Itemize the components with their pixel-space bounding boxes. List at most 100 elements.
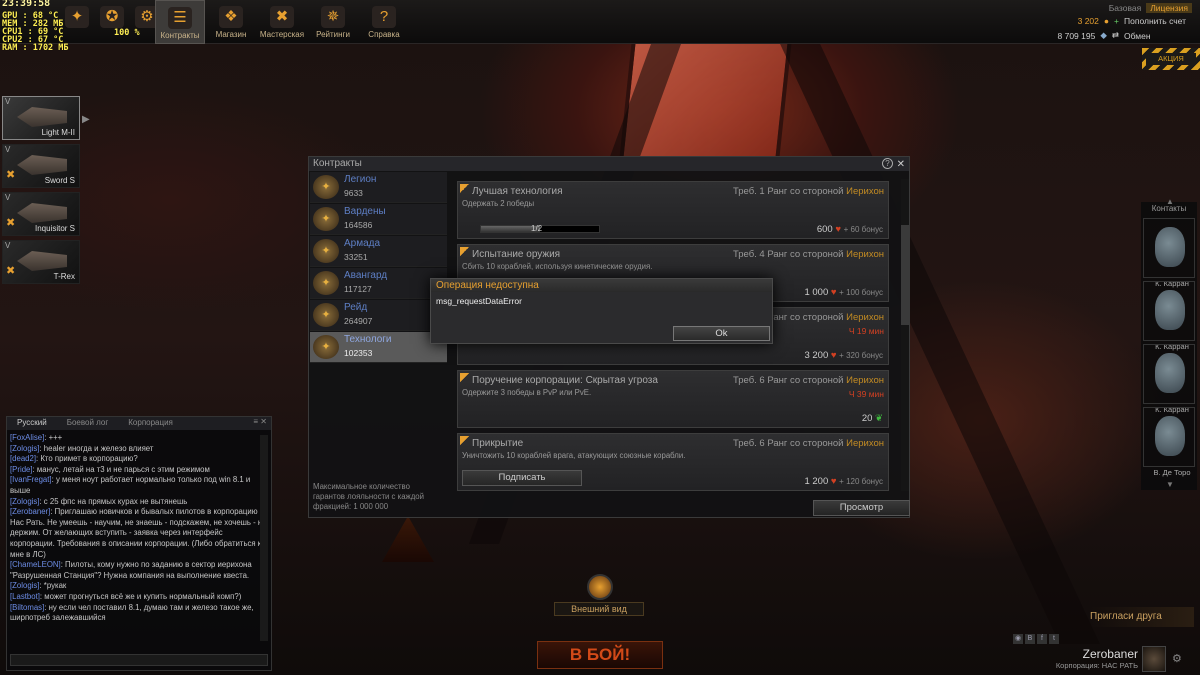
nav-label: Контракты <box>160 31 200 40</box>
chat-message: [dead2]: Кто примет в корпорацию? <box>10 454 268 465</box>
faction-name: Рейд <box>344 302 368 313</box>
clock: 23:39:58 <box>2 0 51 9</box>
menu-icon[interactable]: ⚙ <box>1172 652 1182 665</box>
ok-button[interactable]: Ok <box>673 326 770 341</box>
topup-link[interactable]: Пополнить счет <box>1124 16 1192 26</box>
ship-slot[interactable]: V ✖ Inquisitor S <box>2 192 80 236</box>
ship-slot[interactable]: V ✖ T-Rex <box>2 240 80 284</box>
faction-item[interactable]: ✦ Армада 33251 <box>310 236 447 267</box>
faction-item[interactable]: ✦ Вардены 164586 <box>310 204 447 235</box>
requirement-text: Треб. 4 Ранг со стороной <box>732 249 844 260</box>
logo-icon: ✦ <box>65 6 89 28</box>
chat-tab-russian[interactable]: Русский <box>7 417 57 430</box>
contact-card[interactable]: К. Карран <box>1143 281 1195 351</box>
camera-icon[interactable]: ◉ <box>1013 634 1023 644</box>
faction-item[interactable]: ✦ Технологи 102353 <box>310 332 447 363</box>
chat-user[interactable]: [dead2] <box>10 454 36 463</box>
faction-item[interactable]: ✦ Авангард 117127 <box>310 268 447 299</box>
chat-user[interactable]: [Zologis] <box>10 444 39 453</box>
vk-icon[interactable]: B <box>1025 634 1035 644</box>
coin-icon: ● <box>1103 16 1110 26</box>
faction-name: Вардены <box>344 206 386 217</box>
nav-item-6[interactable]: ✵ Рейтинги <box>308 0 358 44</box>
requirement-faction: Иерихон <box>846 312 884 323</box>
contract-timer: Ч 19 мин <box>848 326 884 336</box>
medal-icon: ✪ <box>100 6 124 28</box>
chat-user[interactable]: [Lastbot] <box>10 592 40 601</box>
chat-text: : ну если чел поставил 8.1, думаю там и … <box>10 602 254 623</box>
contract-arrow-icon <box>460 436 469 445</box>
contacts-down-arrow-icon[interactable]: ▼ <box>1155 480 1185 489</box>
chat-tab-battle-log[interactable]: Боевой лог <box>57 417 119 430</box>
contract-card[interactable]: Поручение корпорации: Скрытая угроза Одер… <box>457 370 889 428</box>
chat-scrollbar[interactable] <box>260 435 268 641</box>
contract-arrow-icon <box>460 247 469 256</box>
contact-card[interactable]: В. Де Торо <box>1143 407 1195 477</box>
nav-label: Справка <box>368 30 400 39</box>
ship-slot[interactable]: V ✖ Sword S <box>2 144 80 188</box>
sign-button[interactable]: Подписать <box>462 470 582 486</box>
faction-item[interactable]: ✦ Легион 9633 <box>310 172 447 203</box>
contract-card[interactable]: Прикрытие Уничтожить 10 кораблей врага, а… <box>457 433 889 491</box>
nav-item-7[interactable]: ? Справка <box>359 0 409 44</box>
facebook-icon[interactable]: f <box>1037 634 1047 644</box>
nav-item-5[interactable]: ✖ Мастерская <box>257 0 307 44</box>
chat-input[interactable] <box>10 654 268 666</box>
chat-user[interactable]: [Zologis] <box>10 581 39 590</box>
avatar[interactable] <box>1142 646 1166 672</box>
chat-text: : может прогнуться всё же и купить норма… <box>39 591 242 601</box>
chat-menu-icon[interactable]: ≡ ✕ <box>249 417 271 430</box>
chat-text: : +++ <box>44 433 63 442</box>
license-badge[interactable]: Лицензия <box>1146 3 1192 13</box>
contract-reward: 1 000 ♥ + 100 бонус <box>804 287 883 298</box>
help-icon[interactable]: ? <box>882 158 893 169</box>
nav-item-3[interactable]: ☰ Контракты <box>155 0 205 44</box>
faction-item[interactable]: ✦ Рейд 264907 <box>310 300 447 331</box>
chat-user[interactable]: [ChameLEON] <box>10 560 61 569</box>
external-view-icon[interactable] <box>587 574 613 600</box>
ship-name: Light M-II <box>41 128 75 137</box>
requirement-faction: Иерихон <box>846 438 884 449</box>
chat-user[interactable]: [Biltomas] <box>10 603 44 612</box>
ship-name: Inquisitor S <box>34 224 75 233</box>
close-icon[interactable]: ✕ <box>897 158 905 172</box>
chat-message: [Pride]: манус, летай на т3 и не парься … <box>10 465 268 476</box>
promo-badge[interactable]: АКЦИЯ <box>1142 48 1200 70</box>
chat-user[interactable]: [IvanFregat] <box>10 475 52 484</box>
ship-slot[interactable]: V Light M-II <box>2 96 80 140</box>
chat-user[interactable]: [Pride] <box>10 465 33 474</box>
chat-user[interactable]: [Zologis] <box>10 497 39 506</box>
contract-desc: Уничтожить 10 кораблей врага, атакующих … <box>462 451 686 460</box>
chat-user[interactable]: [FoxAlise] <box>10 433 44 442</box>
base-label: Базовая <box>1108 3 1142 13</box>
requirement-faction: Иерихон <box>846 249 884 260</box>
twitter-icon[interactable]: t <box>1049 634 1059 644</box>
reward-value: 600 <box>816 224 833 235</box>
expand-arrow-icon[interactable]: ▶ <box>82 114 90 125</box>
faction-emblem-icon: ✦ <box>313 207 339 231</box>
account-panel: Базовая Лицензия 3 202 ● + Пополнить счет 8 … <box>1000 0 1200 44</box>
exchange-link[interactable]: Обмен <box>1124 31 1192 41</box>
battle-button[interactable]: В БОЙ! <box>537 641 663 669</box>
chat-tab-corporation[interactable]: Корпорация <box>118 417 183 430</box>
osd-percent: 100 % <box>114 28 140 38</box>
chat-user[interactable]: [Zerobaner] <box>10 507 50 516</box>
view-button[interactable]: Просмотр <box>813 500 910 516</box>
faction-value: 9633 <box>344 188 363 198</box>
nav-item-4[interactable]: ❖ Магазин <box>206 0 256 44</box>
contact-card[interactable]: К. Карран <box>1143 344 1195 414</box>
chat-message: [ChameLEON]: Пилоты, кому нужно по задан… <box>10 560 268 581</box>
nav-label: Рейтинги <box>316 30 350 39</box>
contacts-up-arrow-icon[interactable]: ▲ <box>1155 197 1185 206</box>
requirement-text: Треб. 6 Ранг со стороной <box>732 375 844 386</box>
chat-message: [Zerobaner]: Приглашаю новичков и бывалы… <box>10 507 268 560</box>
external-view-button[interactable]: Внешний вид <box>554 602 644 616</box>
contract-card[interactable]: Лучшая технология Одержать 2 победы Треб. … <box>457 181 889 239</box>
contracts-scrollbar[interactable] <box>901 179 909 491</box>
contract-title: Поручение корпорации: Скрытая угроза <box>472 375 658 386</box>
faction-emblem-icon: ✦ <box>313 239 339 263</box>
silver-value: 8 709 195 <box>1057 30 1096 41</box>
ship-name: Sword S <box>44 176 75 185</box>
contact-card[interactable]: К. Карран <box>1143 218 1195 288</box>
invite-friend-button[interactable]: Пригласи друга <box>1090 607 1194 627</box>
